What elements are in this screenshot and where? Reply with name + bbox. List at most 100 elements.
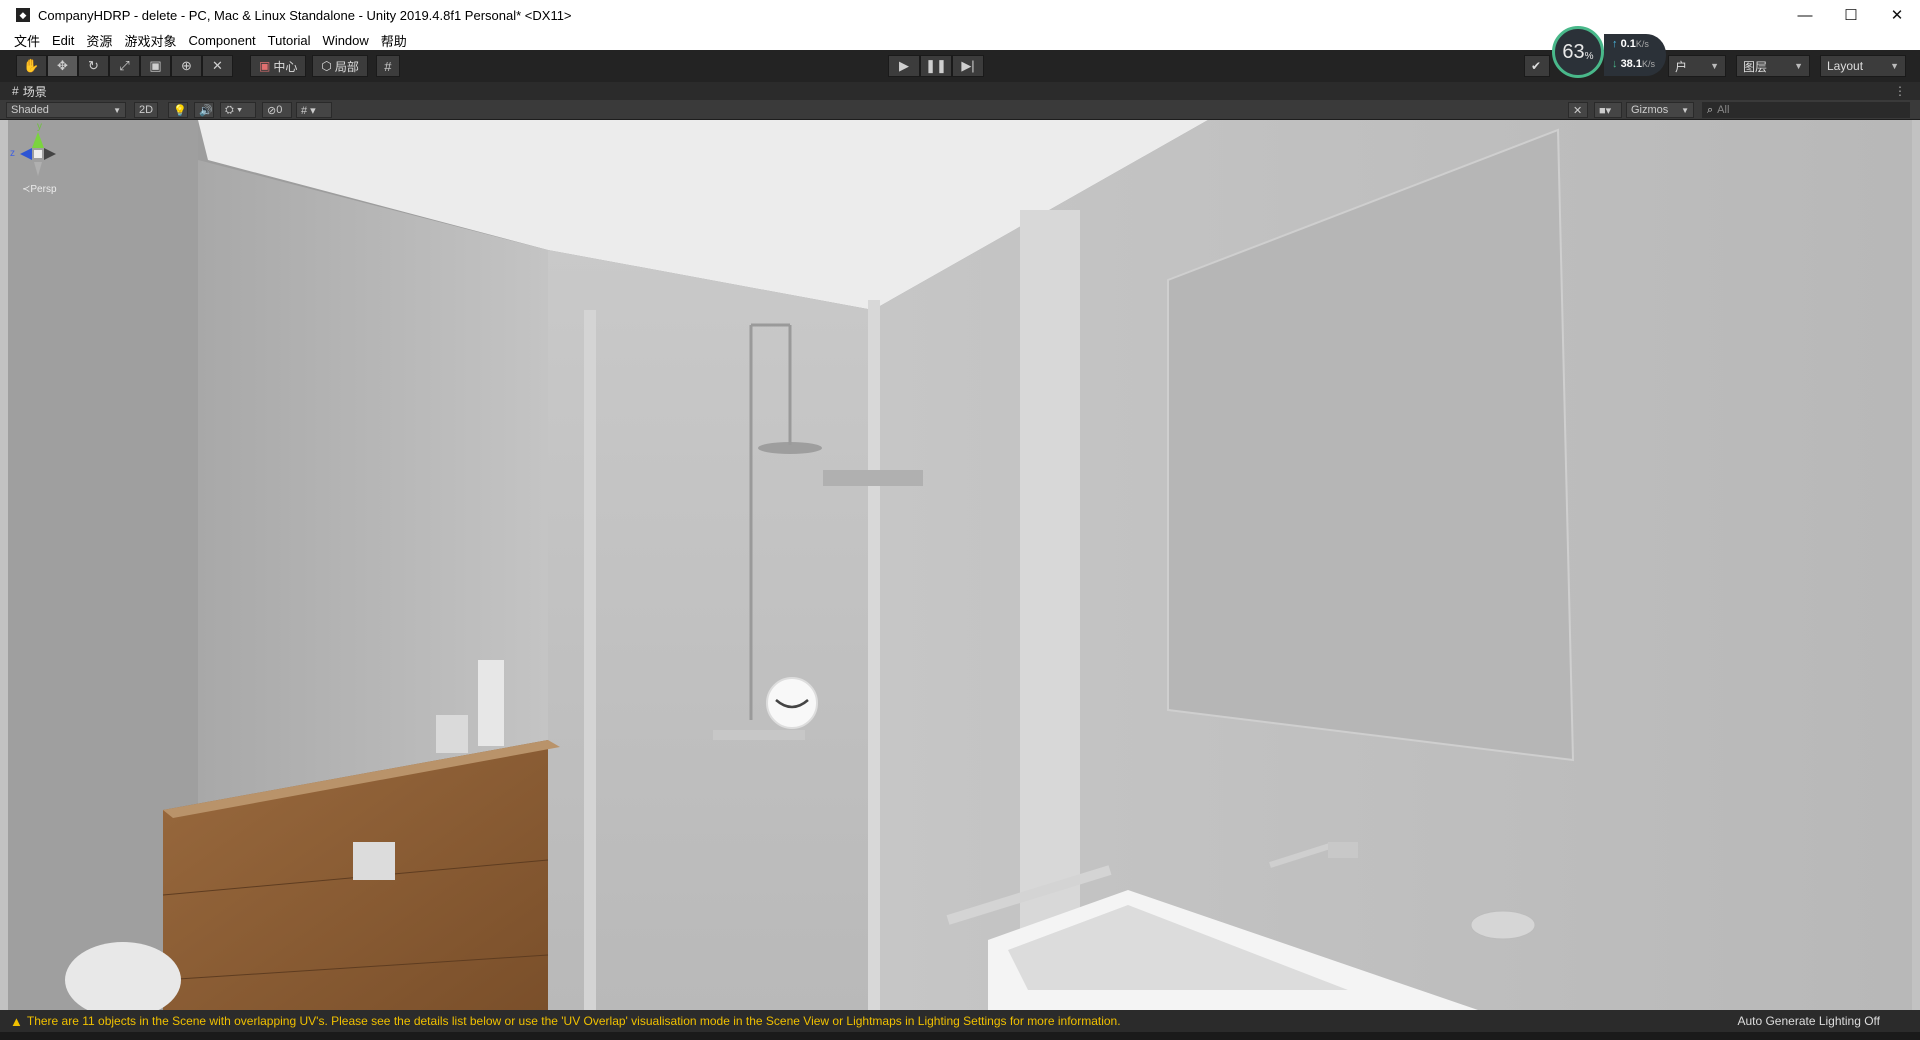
shading-mode-label: Shaded bbox=[11, 104, 49, 116]
scene-viewport[interactable]: y z ≺Persp bbox=[8, 120, 1912, 1010]
gizmo-z-axis[interactable] bbox=[20, 148, 32, 160]
pivot-center-button[interactable]: ▣ 中心 bbox=[250, 55, 307, 77]
2d-label: 2D bbox=[139, 104, 154, 116]
chevron-down-icon: ▼ bbox=[1794, 61, 1803, 71]
scene-tab[interactable]: # 场景 ⋮ bbox=[0, 82, 1920, 100]
play-icon[interactable]: ▶ bbox=[888, 55, 920, 77]
menu-gameobject[interactable]: 游戏对象 bbox=[124, 31, 176, 50]
move-tool-icon[interactable]: ✥ bbox=[47, 55, 78, 77]
window-controls: — ☐ ✕ bbox=[1782, 0, 1920, 30]
warning-icon: ▲ bbox=[10, 1013, 23, 1029]
chevron-down-icon: ▼ bbox=[1710, 61, 1719, 71]
gizmo-x-axis[interactable] bbox=[44, 148, 56, 160]
menu-help[interactable]: 帮助 bbox=[381, 31, 407, 50]
scene-render bbox=[8, 120, 1912, 1010]
back-wall bbox=[548, 250, 873, 1010]
lighting-toggle-icon[interactable]: 💡 bbox=[168, 102, 188, 118]
lighting-status[interactable]: Auto Generate Lighting Off bbox=[1737, 1014, 1880, 1028]
pause-icon[interactable]: ❚❚ bbox=[920, 55, 952, 77]
close-button[interactable]: ✕ bbox=[1874, 0, 1920, 30]
download-speed: ↓ 38.1K/s bbox=[1612, 58, 1655, 70]
shower-shelf bbox=[823, 470, 923, 486]
hidden-count: 0 bbox=[276, 104, 283, 116]
orientation-gizmo[interactable]: y z ≺Persp bbox=[8, 120, 68, 200]
status-bar: ▲ There are 11 objects in the Scene with… bbox=[0, 1010, 1920, 1032]
hand-tool-icon[interactable]: ✋ bbox=[16, 55, 47, 77]
menu-component[interactable]: Component bbox=[188, 33, 255, 48]
chevron-down-icon: ▼ bbox=[113, 105, 121, 115]
camera-dropdown-icon[interactable]: ■▾ bbox=[1594, 102, 1622, 118]
scale-tool-icon[interactable]: ⤢ bbox=[109, 55, 140, 77]
step-icon[interactable]: ▶| bbox=[952, 55, 984, 77]
shower-mixer bbox=[713, 730, 805, 740]
layout-dropdown[interactable]: Layout ▼ bbox=[1820, 55, 1906, 77]
scene-tab-label: 场景 bbox=[22, 84, 47, 99]
search-icon: ⌕ bbox=[1707, 103, 1714, 116]
gizmo-y-label: y bbox=[37, 121, 42, 132]
eye-slash-icon: ⊘ bbox=[267, 104, 277, 117]
rect-tool-icon[interactable]: ▣ bbox=[140, 55, 171, 77]
status-warning[interactable]: There are 11 objects in the Scene with o… bbox=[27, 1014, 1121, 1028]
custom-tool-icon[interactable]: ✕ bbox=[202, 55, 233, 77]
gizmo-neg-y-axis[interactable] bbox=[34, 162, 42, 176]
memory-usage-gauge[interactable]: 63% bbox=[1552, 26, 1604, 78]
memory-percent: 63 bbox=[1562, 40, 1585, 63]
gizmo-projection-label[interactable]: ≺Persp bbox=[22, 184, 57, 195]
unity-logo-icon: ◆ bbox=[16, 8, 30, 22]
grid-toggle-icon[interactable]: # ▾ bbox=[296, 102, 332, 118]
maximize-button[interactable]: ☐ bbox=[1828, 0, 1874, 30]
pivot-local-label: 局部 bbox=[334, 59, 359, 74]
layers-dropdown[interactable]: 图层 ▼ bbox=[1736, 55, 1810, 77]
grid-snap-icon[interactable]: # bbox=[375, 55, 400, 77]
menu-window[interactable]: Window bbox=[323, 33, 369, 48]
layout-label: Layout bbox=[1827, 59, 1864, 73]
shading-mode-dropdown[interactable]: Shaded ▼ bbox=[6, 102, 126, 118]
hidden-objects-toggle[interactable]: ⊘ 0 bbox=[262, 102, 292, 118]
flush-plate bbox=[353, 842, 395, 880]
pivot-center-label: 中心 bbox=[273, 59, 298, 74]
faucet-control bbox=[1328, 842, 1358, 858]
check-icon: ✔ bbox=[1531, 59, 1542, 73]
chevron-down-icon: ▼ bbox=[1681, 105, 1689, 115]
title-bar: ◆ CompanyHDRP - delete - PC, Mac & Linux… bbox=[0, 0, 1920, 30]
layers-label: 图层 bbox=[1743, 59, 1768, 74]
scene-search-input[interactable]: ⌕ All bbox=[1702, 102, 1910, 118]
transform-tool-icon[interactable]: ⊕ bbox=[171, 55, 202, 77]
2d-toggle[interactable]: 2D bbox=[134, 102, 158, 118]
glass-frame-right bbox=[868, 300, 880, 1010]
scene-toolbar: Shaded ▼ 2D 💡 🔊 ⛭ ▾ ⊘ 0 # ▾ ✕ ■▾ Gizmos ▼ ⌕… bbox=[0, 100, 1920, 120]
gizmo-center[interactable] bbox=[34, 150, 42, 158]
menu-file[interactable]: 文件 bbox=[14, 31, 40, 50]
download-unit: K/s bbox=[1641, 59, 1655, 69]
menu-edit[interactable]: Edit bbox=[52, 33, 74, 48]
tools-icon[interactable]: ✕ bbox=[1568, 102, 1588, 118]
gizmos-dropdown[interactable]: Gizmos ▼ bbox=[1626, 102, 1694, 118]
play-controls: ▶ ❚❚ ▶| bbox=[888, 55, 984, 77]
effects-dropdown-icon[interactable]: ⛭ ▾ bbox=[220, 102, 256, 118]
gizmos-label: Gizmos bbox=[1631, 104, 1669, 116]
pivot-icon: ▣ bbox=[259, 59, 271, 73]
audio-toggle-icon[interactable]: 🔊 bbox=[194, 102, 214, 118]
menu-tutorial[interactable]: Tutorial bbox=[268, 33, 311, 48]
download-arrow-icon: ↓ bbox=[1612, 58, 1618, 70]
light-probe-icon[interactable] bbox=[766, 677, 818, 729]
menu-assets[interactable]: 资源 bbox=[86, 31, 112, 50]
pivot-tools: ▣ 中心 ⬡ 局部 # bbox=[250, 55, 400, 77]
account-label: 户 bbox=[1675, 59, 1688, 74]
pivot-local-button[interactable]: ⬡ 局部 bbox=[312, 55, 368, 77]
soap-dish bbox=[1470, 910, 1536, 940]
bottle-tall bbox=[478, 660, 504, 746]
collab-button[interactable]: ✔ bbox=[1524, 55, 1550, 77]
glass-frame-left bbox=[584, 310, 596, 1010]
minimize-button[interactable]: — bbox=[1782, 0, 1828, 30]
cube-icon: ⬡ bbox=[321, 59, 332, 73]
window-bottom-edge bbox=[0, 1032, 1920, 1040]
account-dropdown[interactable]: 户 ▼ bbox=[1668, 55, 1726, 77]
upload-unit: K/s bbox=[1635, 39, 1649, 49]
chevron-down-icon: ▼ bbox=[1890, 61, 1899, 71]
gizmo-y-axis[interactable] bbox=[32, 132, 44, 148]
rotate-tool-icon[interactable]: ↻ bbox=[78, 55, 109, 77]
transform-tools: ✋ ✥ ↻ ⤢ ▣ ⊕ ✕ bbox=[16, 55, 233, 77]
bottle-short bbox=[436, 715, 468, 753]
tab-menu-icon[interactable]: ⋮ bbox=[1894, 84, 1906, 98]
